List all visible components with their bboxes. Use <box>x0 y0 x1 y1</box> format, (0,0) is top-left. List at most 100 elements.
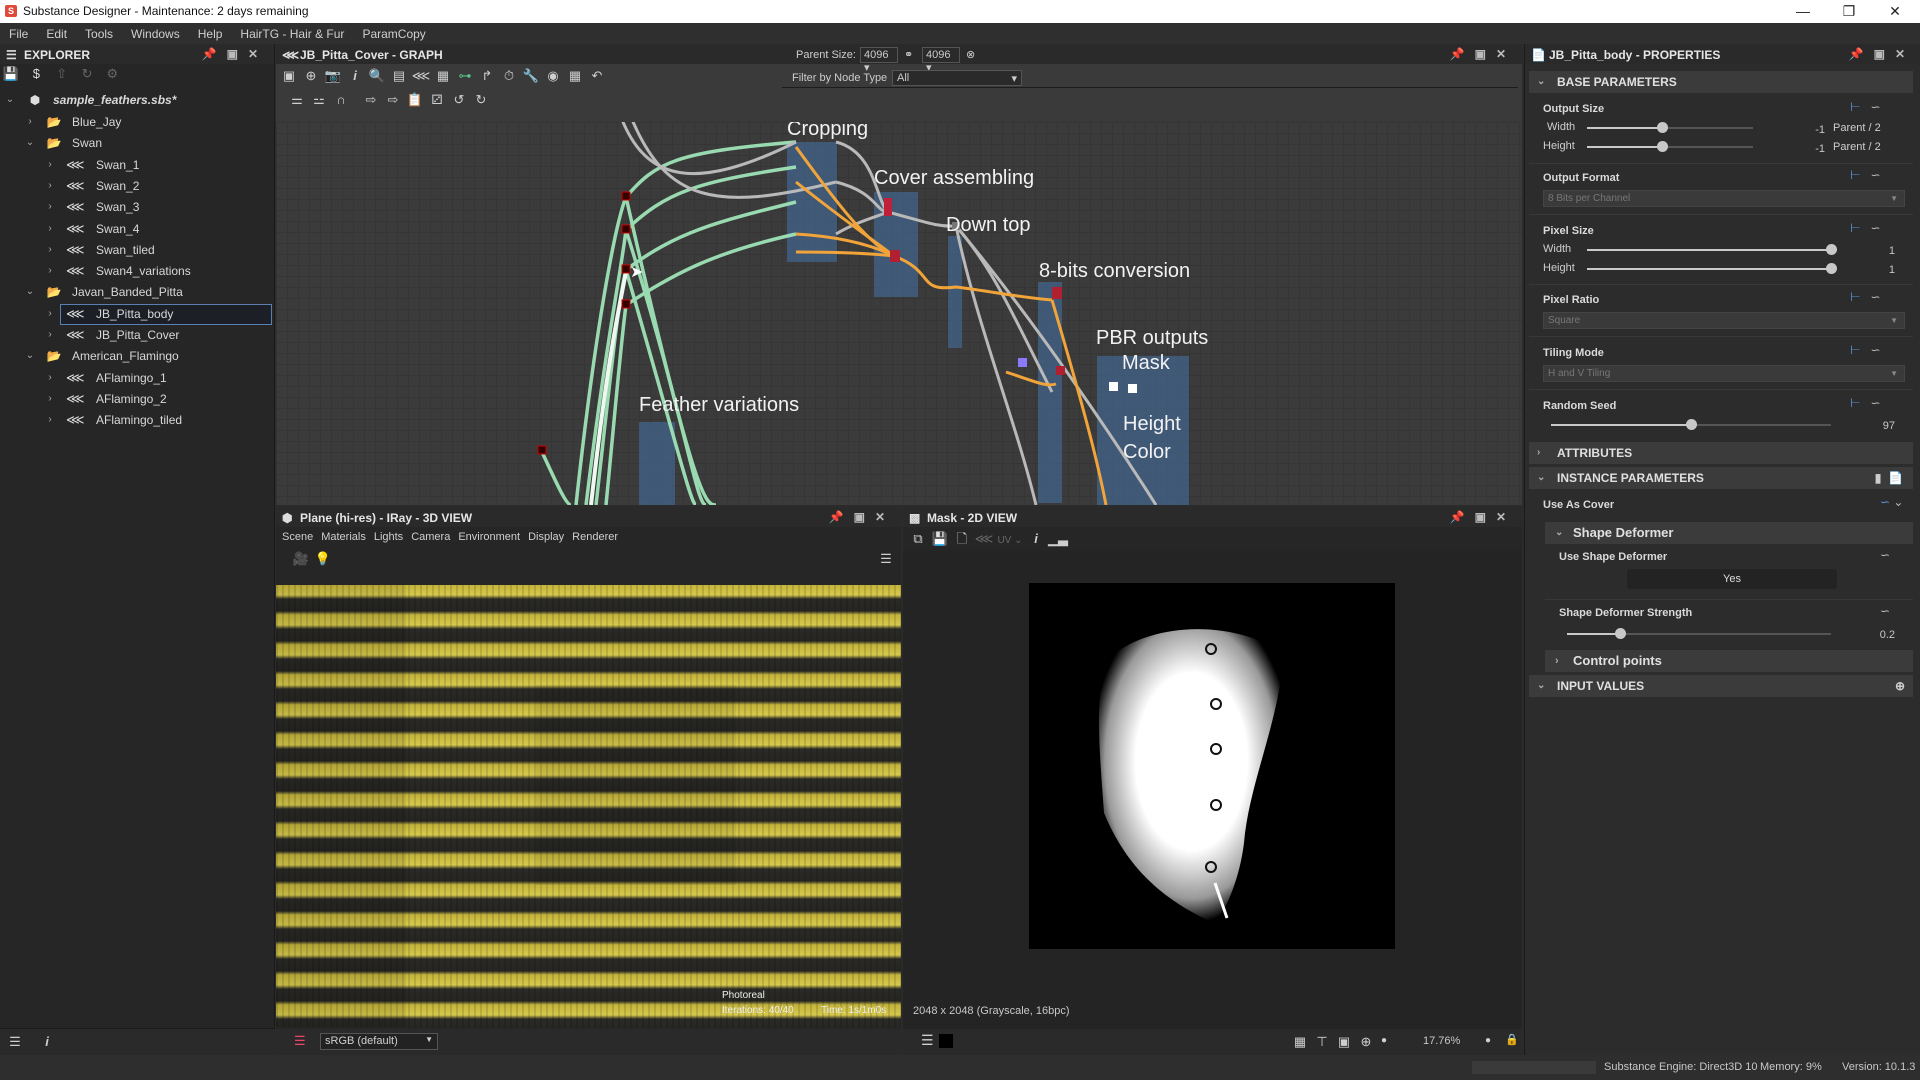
float-icon[interactable]: ▣ <box>1874 47 1895 61</box>
tree-graph[interactable]: › ⋘ Swan_3 <box>0 196 272 218</box>
inherit-icon[interactable]: ⊢ <box>1850 168 1860 182</box>
frame-all-icon[interactable]: ▣ <box>278 66 300 86</box>
dependency-icon[interactable]: ⚙ <box>101 64 123 84</box>
swap-icon[interactable]: ↺ <box>448 90 470 110</box>
slider-knob[interactable] <box>1614 628 1626 639</box>
menu-renderer[interactable]: Renderer <box>572 531 618 543</box>
maximize-button[interactable]: ❐ <box>1826 0 1872 23</box>
chevron-right-icon[interactable]: › <box>44 175 56 197</box>
3d-viewport[interactable]: Photoreal Iterations: 40/40 Time: 1s/1m0… <box>276 585 901 1027</box>
pin-icon[interactable]: 📌 <box>1450 47 1475 61</box>
camera-icon[interactable]: 🎥 <box>290 549 312 569</box>
slider-knob[interactable] <box>1656 122 1668 133</box>
tiling-icon[interactable]: ⊤ <box>1311 1032 1333 1052</box>
close-button[interactable]: ✕ <box>1872 0 1918 23</box>
zoom-out-icon[interactable]: ● <box>1381 1035 1387 1046</box>
close-icon[interactable]: ✕ <box>248 47 268 61</box>
zoom-in-icon[interactable]: ● <box>1485 1035 1491 1046</box>
menu-file[interactable]: File <box>0 23 37 41</box>
function-icon[interactable]: ∽ <box>1870 396 1880 410</box>
2d-viewport[interactable]: 2048 x 2048 (Grayscale, 16bpc) <box>903 551 1522 1029</box>
menu-paramcopy[interactable]: ParamCopy <box>353 23 434 41</box>
menu-materials[interactable]: Materials <box>321 531 366 543</box>
save-icon[interactable]: 💾 <box>0 64 22 84</box>
tree-folder[interactable]: ⌄ 📂 American_Flamingo <box>0 345 272 367</box>
uv-dropdown[interactable]: UV ⌄ <box>995 531 1025 551</box>
tree-graph[interactable]: › ⋘ AFlamingo_1 <box>0 367 272 389</box>
menu-edit[interactable]: Edit <box>37 23 76 41</box>
add-input-icon[interactable]: ⊕ <box>1895 675 1905 697</box>
menu-display[interactable]: Display <box>528 531 564 543</box>
histogram-icon[interactable]: ▁▃ <box>1047 529 1069 549</box>
function-icon[interactable]: ∽ <box>1870 168 1880 182</box>
menu-hairtg[interactable]: HairTG - Hair & Fur <box>231 23 353 41</box>
float-icon[interactable]: ▣ <box>227 47 248 61</box>
reset-zoom-icon[interactable]: ⊕ <box>1355 1032 1377 1052</box>
pixel-width-value[interactable]: 1 <box>1865 245 1895 257</box>
float-icon[interactable]: ▣ <box>854 510 875 524</box>
chevron-right-icon[interactable]: › <box>44 409 56 431</box>
connect-icon[interactable]: ⊶ <box>454 66 476 86</box>
close-icon[interactable]: ✕ <box>1895 47 1915 61</box>
chevron-right-icon[interactable]: › <box>44 324 56 346</box>
info-icon[interactable]: i <box>344 66 366 86</box>
inherit-icon[interactable]: ⊢ <box>1850 221 1860 235</box>
function-icon[interactable]: ∽ <box>1870 290 1880 304</box>
chevron-right-icon[interactable]: › <box>44 218 56 240</box>
link-icon[interactable]: ⚭ <box>904 48 913 61</box>
pixel-height-slider[interactable] <box>1587 263 1837 274</box>
publish-icon[interactable]: ⇧ <box>51 64 73 84</box>
close-icon[interactable]: ✕ <box>1496 47 1516 61</box>
menu-camera[interactable]: Camera <box>411 531 450 543</box>
pin-icon[interactable]: 📌 <box>829 510 854 524</box>
copy-icon[interactable]: 🗋 <box>951 529 973 549</box>
tree-graph[interactable]: › ⋘ AFlamingo_2 <box>0 388 272 410</box>
slider-knob[interactable] <box>1656 141 1668 152</box>
tree-graph[interactable]: › ⋘ Swan_2 <box>0 175 272 197</box>
random-seed-slider[interactable] <box>1551 419 1831 430</box>
chevron-down-icon[interactable]: ⌄ <box>4 89 16 111</box>
menu-lights[interactable]: Lights <box>374 531 403 543</box>
parent-width-select[interactable]: 4096 ▾ <box>860 47 898 74</box>
output-format-select[interactable]: 8 Bits per Channel ▼ <box>1543 190 1905 207</box>
close-icon[interactable]: ✕ <box>1496 510 1516 524</box>
random-seed-value[interactable]: 97 <box>1865 420 1895 432</box>
recompute-icon[interactable]: ↶ <box>586 66 608 86</box>
tree-folder[interactable]: ⌄ 📂 Swan <box>0 132 272 154</box>
chevron-right-icon[interactable]: › <box>44 303 56 325</box>
node-link-icon[interactable]: ▤ <box>388 66 410 86</box>
chevron-down-icon[interactable]: ⌄ <box>24 281 36 303</box>
chevron-right-icon[interactable]: › <box>44 388 56 410</box>
pin-icon[interactable]: 📌 <box>202 47 227 61</box>
preset-icons[interactable]: ▮ 📄 <box>1875 467 1903 489</box>
function-icon[interactable]: ∽ <box>1870 221 1880 235</box>
function-icon[interactable]: ∽ <box>1870 343 1880 357</box>
pixel-height-value[interactable]: 1 <box>1865 264 1895 276</box>
chevron-right-icon[interactable]: › <box>24 111 36 133</box>
clipboard-icon[interactable]: 📋 <box>404 90 426 110</box>
pixel-ratio-select[interactable]: Square ▼ <box>1543 312 1905 329</box>
function-icon[interactable]: ∽ ⌄ <box>1880 495 1903 509</box>
pin-icon[interactable]: 📌 <box>1849 47 1874 61</box>
align-v-icon[interactable]: ⚍ <box>308 90 330 110</box>
menu-tools[interactable]: Tools <box>76 23 122 41</box>
menu-help[interactable]: Help <box>189 23 232 41</box>
chevron-right-icon[interactable]: › <box>44 367 56 389</box>
save-icon[interactable]: 💾 <box>929 529 951 549</box>
shape-deformer-strength-value[interactable]: 0.2 <box>1865 629 1895 641</box>
graph-canvas[interactable]: Cropping Cover assembling Down top 8-bit… <box>276 122 1522 505</box>
output-height-value[interactable]: -1 <box>1795 143 1825 155</box>
chevron-right-icon[interactable]: › <box>44 239 56 261</box>
pin-icon[interactable]: 📌 <box>1450 510 1475 524</box>
inherit-icon[interactable]: ⊢ <box>1850 343 1860 357</box>
filter-select[interactable]: All ▾ <box>892 70 1022 86</box>
chevron-right-icon[interactable]: › <box>44 196 56 218</box>
preview-icon[interactable]: ◉ <box>542 66 564 86</box>
parent-height-select[interactable]: 4096 ▾ <box>922 47 960 74</box>
export-icon[interactable]: ⧉ <box>907 529 929 549</box>
info-icon[interactable]: i <box>1025 529 1047 549</box>
tree-graph[interactable]: › ⋘ Swan4_variations <box>0 260 272 282</box>
lock-icon[interactable]: 🔒 <box>1505 1033 1519 1046</box>
channels-icon[interactable]: ☰ <box>921 1032 934 1049</box>
share-icon[interactable]: ⋘ <box>973 529 995 549</box>
